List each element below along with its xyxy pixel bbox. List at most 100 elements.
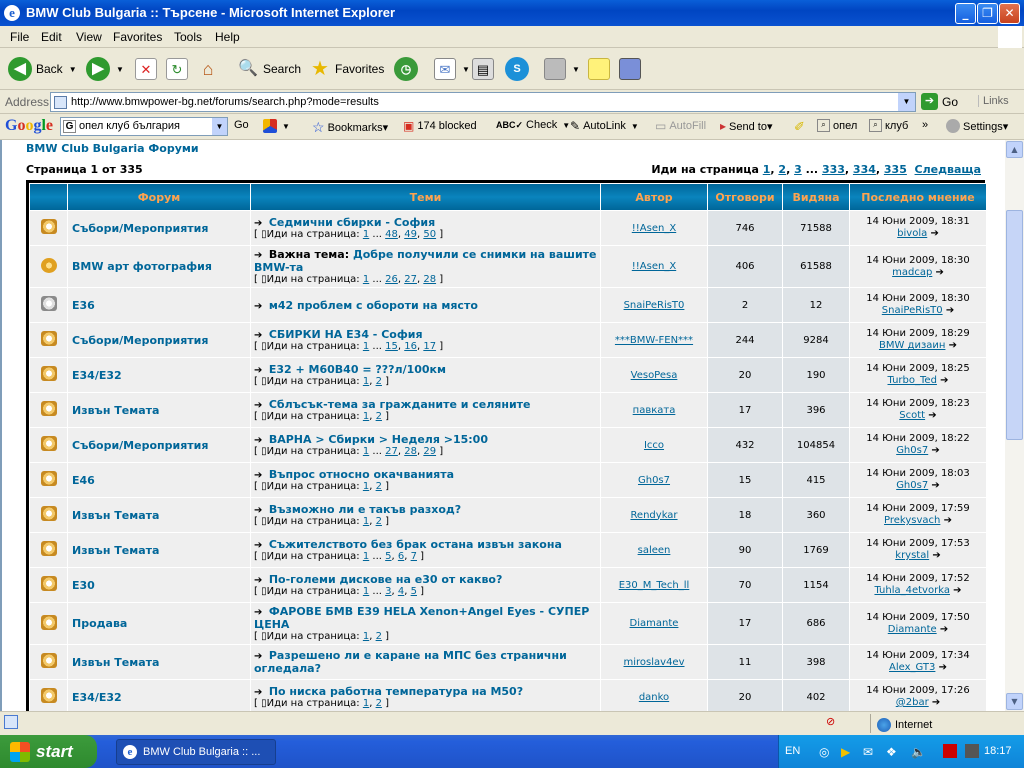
author-link[interactable]: Icco [644, 440, 664, 451]
tray-icon-3[interactable]: ✉ [863, 745, 873, 759]
refresh-button[interactable]: ↻ [166, 55, 188, 83]
topic-page-link[interactable]: 49 [404, 229, 417, 240]
author-link[interactable]: miroslav4ev [624, 657, 685, 668]
sendto-button[interactable]: ▸ Send to▾ [720, 119, 772, 133]
forward-button[interactable]: ▶ ▼ [86, 55, 124, 83]
forum-link[interactable]: E34/E32 [68, 680, 250, 711]
forum-link[interactable]: Събори/Мероприятия [68, 428, 250, 462]
author-link[interactable]: павката [633, 405, 676, 416]
newest-post-icon[interactable]: ➔ [254, 688, 265, 698]
last-post-author[interactable]: Prekysvach [884, 515, 940, 526]
forum-link[interactable]: Извън Темата [68, 533, 250, 567]
page-link[interactable]: 334 [853, 163, 876, 176]
topic-page-link[interactable]: 27 [385, 446, 398, 457]
last-post-icon[interactable]: ➔ [946, 305, 954, 316]
note-button[interactable] [588, 55, 610, 83]
toolbar-overflow-button[interactable]: » [922, 119, 928, 131]
last-post-icon[interactable]: ➔ [936, 267, 944, 278]
last-post-icon[interactable]: ➔ [931, 480, 939, 491]
last-post-author[interactable]: SnaiPeRisT0 [882, 305, 943, 316]
research-button[interactable] [619, 55, 641, 83]
edit-button[interactable]: ▼ [544, 55, 580, 83]
last-post-author[interactable]: krystal [895, 550, 929, 561]
menu-help[interactable]: Help [215, 30, 240, 44]
language-indicator[interactable]: EN [785, 745, 800, 757]
mail-button[interactable]: ✉ ▼ [434, 55, 470, 83]
forum-link[interactable]: BMW арт фотография [68, 246, 250, 287]
author-link[interactable]: Gh0s7 [638, 475, 670, 486]
next-page-link[interactable]: Следваща [915, 163, 981, 176]
page-link[interactable]: 2 [778, 163, 786, 176]
search-term-2[interactable]: ⌕ клуб [869, 119, 908, 132]
breadcrumb[interactable]: BMW Club Bulgaria Форуми [26, 142, 199, 155]
newest-post-icon[interactable]: ➔ [254, 301, 265, 311]
stop-button[interactable]: ✕ [135, 55, 157, 83]
menu-tools[interactable]: Tools [174, 30, 202, 44]
last-post-icon[interactable]: ➔ [939, 662, 947, 673]
back-button[interactable]: ◀ Back ▼ [8, 55, 77, 83]
topic-title-link[interactable]: Разрешено ли е каране на МПС без странич… [254, 649, 567, 675]
messenger-button[interactable]: S [505, 55, 529, 83]
close-button[interactable]: ✕ [999, 3, 1020, 24]
page-link[interactable]: 3 [794, 163, 802, 176]
newest-post-icon[interactable]: ➔ [254, 608, 265, 618]
history-button[interactable]: ◷ [394, 55, 418, 83]
last-post-author[interactable]: bivola [897, 228, 927, 239]
forum-link[interactable]: E30 [68, 568, 250, 602]
newest-post-icon[interactable]: ➔ [254, 652, 265, 662]
forum-link[interactable]: Продава [68, 603, 250, 644]
settings-button[interactable]: Settings▾ [946, 119, 1008, 133]
topic-page-link[interactable]: 2 [376, 698, 382, 709]
author-link[interactable]: Rendykar [630, 510, 677, 521]
topic-title-link[interactable]: Седмични сбирки - София [269, 216, 435, 229]
forum-link[interactable]: Събори/Мероприятия [68, 211, 250, 245]
last-post-author[interactable]: Tuhla_4etvorka [874, 585, 950, 596]
newest-post-icon[interactable]: ➔ [254, 401, 265, 411]
menu-edit[interactable]: Edit [41, 30, 62, 44]
autolink-button[interactable]: ✎ AutoLink ▼ [570, 119, 639, 133]
topic-page-link[interactable]: 28 [423, 274, 436, 285]
page-link[interactable]: 335 [884, 163, 907, 176]
topic-title-link[interactable]: По-големи дискове на е30 от какво? [269, 573, 503, 586]
last-post-icon[interactable]: ➔ [940, 624, 948, 635]
print-button[interactable]: ▤ [472, 55, 494, 83]
google-dropdown-icon[interactable]: ▼ [212, 118, 227, 135]
search-term-1[interactable]: ⌕ опел [817, 119, 857, 132]
topic-title-link[interactable]: СБИРКИ НА E34 - София [269, 328, 423, 341]
topic-page-link[interactable]: 29 [423, 446, 436, 457]
forum-link[interactable]: Извън Темата [68, 645, 250, 679]
author-link[interactable]: SnaiPeRisT0 [624, 300, 685, 311]
author-link[interactable]: E30_M_Tech_ll [619, 580, 690, 591]
topic-title-link[interactable]: Съжителството без брак остана извън зако… [269, 538, 562, 551]
topic-page-link[interactable]: 48 [385, 229, 398, 240]
newest-post-icon[interactable]: ➔ [254, 541, 265, 551]
topic-page-link[interactable]: 2 [376, 631, 382, 642]
last-post-author[interactable]: Alex_GT3 [889, 662, 935, 673]
topic-title-link[interactable]: E32 + M60B40 = ???л/100км [269, 363, 446, 376]
topic-title-link[interactable]: Сблъсък-тема за гражданите и селяните [269, 398, 531, 411]
last-post-author[interactable]: madcap [892, 267, 932, 278]
scroll-thumb[interactable] [1006, 210, 1023, 440]
forum-link[interactable]: Събори/Мероприятия [68, 323, 250, 357]
tray-icon-2[interactable]: ▶ [841, 745, 850, 759]
address-dropdown-icon[interactable]: ▼ [898, 93, 915, 111]
topic-page-link[interactable]: 2 [376, 516, 382, 527]
goto-page-links[interactable]: 1, 2, 3 ... 333, 334, 335 [763, 163, 907, 176]
newest-post-icon[interactable]: ➔ [254, 331, 265, 341]
author-link[interactable]: !!Asen_X [632, 223, 676, 234]
topic-page-link[interactable]: 28 [404, 446, 417, 457]
topic-page-link[interactable]: 26 [385, 274, 398, 285]
last-post-icon[interactable]: ➔ [940, 375, 948, 386]
popup-blocker[interactable]: ▣ 174 blocked [403, 119, 477, 133]
topic-title-link[interactable]: ВАРНА > Сбирки > Неделя >15:00 [269, 433, 488, 446]
antivirus-icon[interactable] [943, 744, 957, 758]
menu-favorites[interactable]: Favorites [113, 30, 162, 44]
newest-post-icon[interactable]: ➔ [254, 576, 265, 586]
topic-title-link[interactable]: Възможно ли е такъв разход? [269, 503, 461, 516]
last-post-author[interactable]: @2bar [896, 697, 929, 708]
last-post-icon[interactable]: ➔ [928, 410, 936, 421]
author-link[interactable]: Diamante [630, 618, 679, 629]
google-go-button[interactable]: Go [234, 119, 249, 131]
newest-post-icon[interactable]: ➔ [254, 366, 265, 376]
author-link[interactable]: danko [639, 692, 669, 703]
